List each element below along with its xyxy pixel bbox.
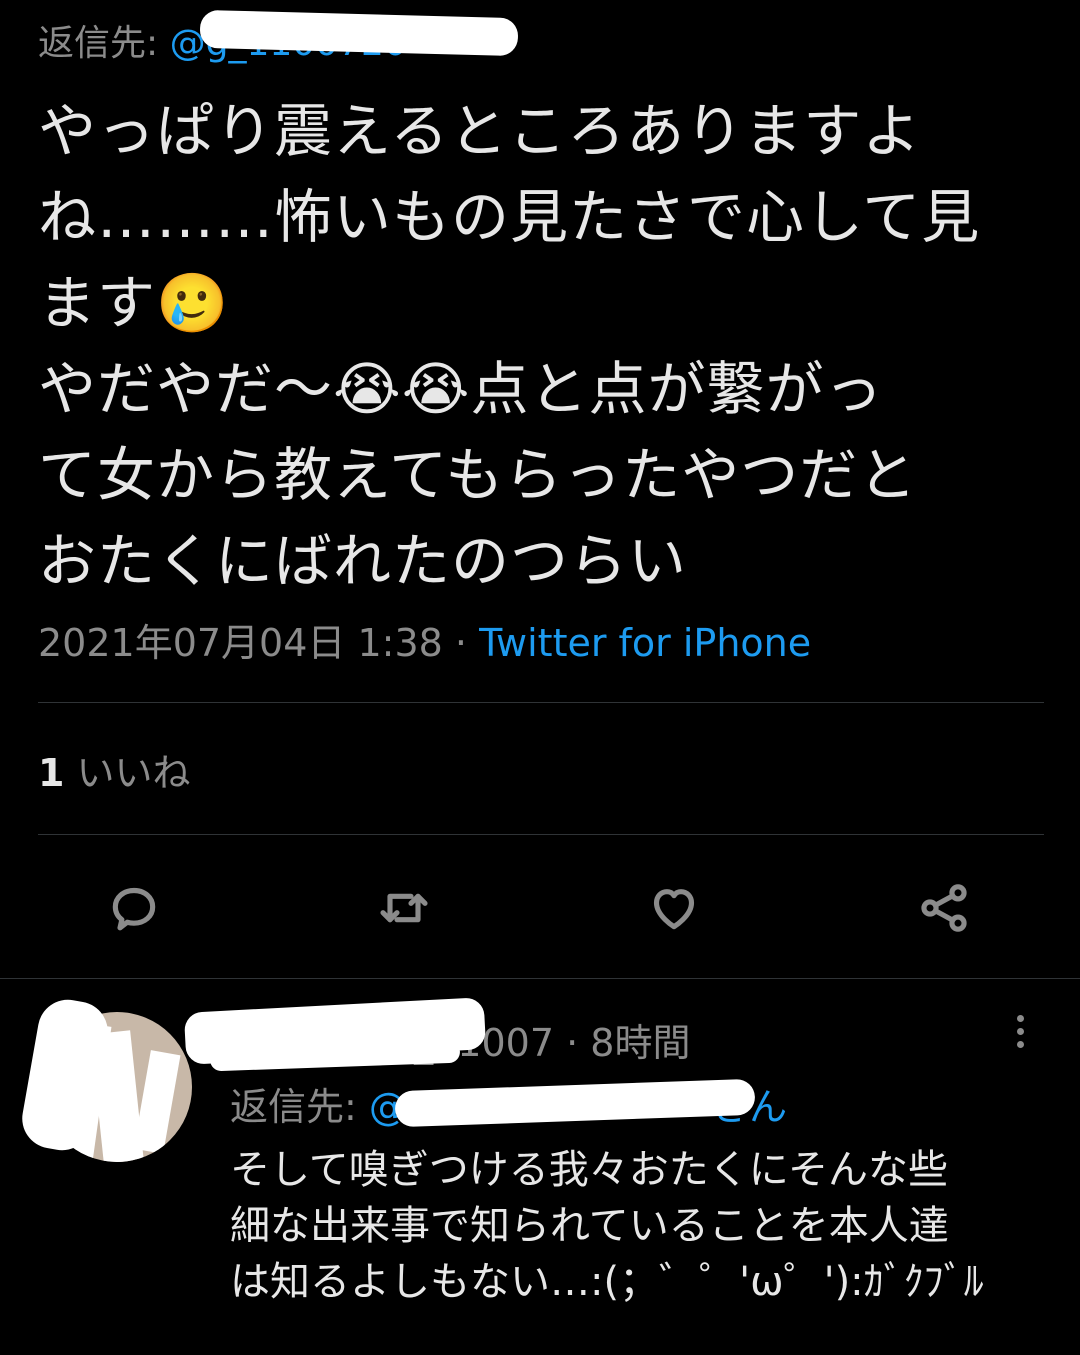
dot [1016,1028,1024,1035]
divider [38,702,1044,703]
reply-button[interactable] [104,878,164,938]
tweet-timestamp[interactable]: 2021年07月04日 1:38 [38,621,443,665]
tweet-action-bar [0,878,1080,938]
retweet-icon [380,893,428,923]
likes-count[interactable]: 1 いいね [38,742,191,797]
meta-separator: · [454,621,468,665]
reply-to-label: 返信先: [38,23,159,64]
tweet-text-line: やっぱり震えるところありますよ [38,97,922,165]
reply-replyto-label: 返信先: [230,1085,357,1129]
dot [1016,1041,1024,1048]
tweet-meta: 2021年07月04日 1:38 · Twitter for iPhone [38,612,811,667]
tweet-text: やっぱり震えるところありますよ ね………怖いもの見たさで心して見 ます🥲 やだや… [38,88,1048,604]
reply-text-line: は知るよしもない…:(；゛゜'ω゜'):ｶﾞｸﾌﾞﾙ [230,1259,984,1305]
reply-text-line: 細な出来事で知られていることを本人達 [230,1203,949,1249]
divider [38,834,1044,835]
like-count-label: いいね [76,751,191,795]
tweet-source[interactable]: Twitter for iPhone [479,621,811,665]
tweet-text-line: やだやだ〜😭😭点と点が繋がっ [38,355,884,423]
more-options-button[interactable] [1008,1015,1032,1055]
tweet-text-line: て女から教えてもらったやつだと [38,441,918,509]
like-count-number: 1 [38,751,65,795]
reply-text-line: そして嗅ぎつける我々おたくにそんな些 [230,1147,948,1193]
tweet-text-line: おたくにばれたのつらい [38,527,688,595]
reply-time: 8時間 [590,1021,691,1065]
redaction-scribble [133,1050,181,1154]
dot [1016,1015,1024,1022]
divider [0,978,1080,979]
share-button[interactable] [914,878,974,938]
tweet-text-line: ね………怖いもの見たさで心して見 [38,183,981,251]
tweet-text-line: ます🥲 [38,269,230,337]
reply-icon [112,887,156,931]
retweet-button[interactable] [374,878,434,938]
reply-text: そして嗅ぎつける我々おたくにそんな些 細な出来事で知られていることを本人達 は知… [230,1142,1050,1310]
like-button[interactable] [644,878,704,938]
share-icon [921,884,967,932]
reply-header-separator: · [566,1021,579,1065]
heart-icon [653,889,695,930]
